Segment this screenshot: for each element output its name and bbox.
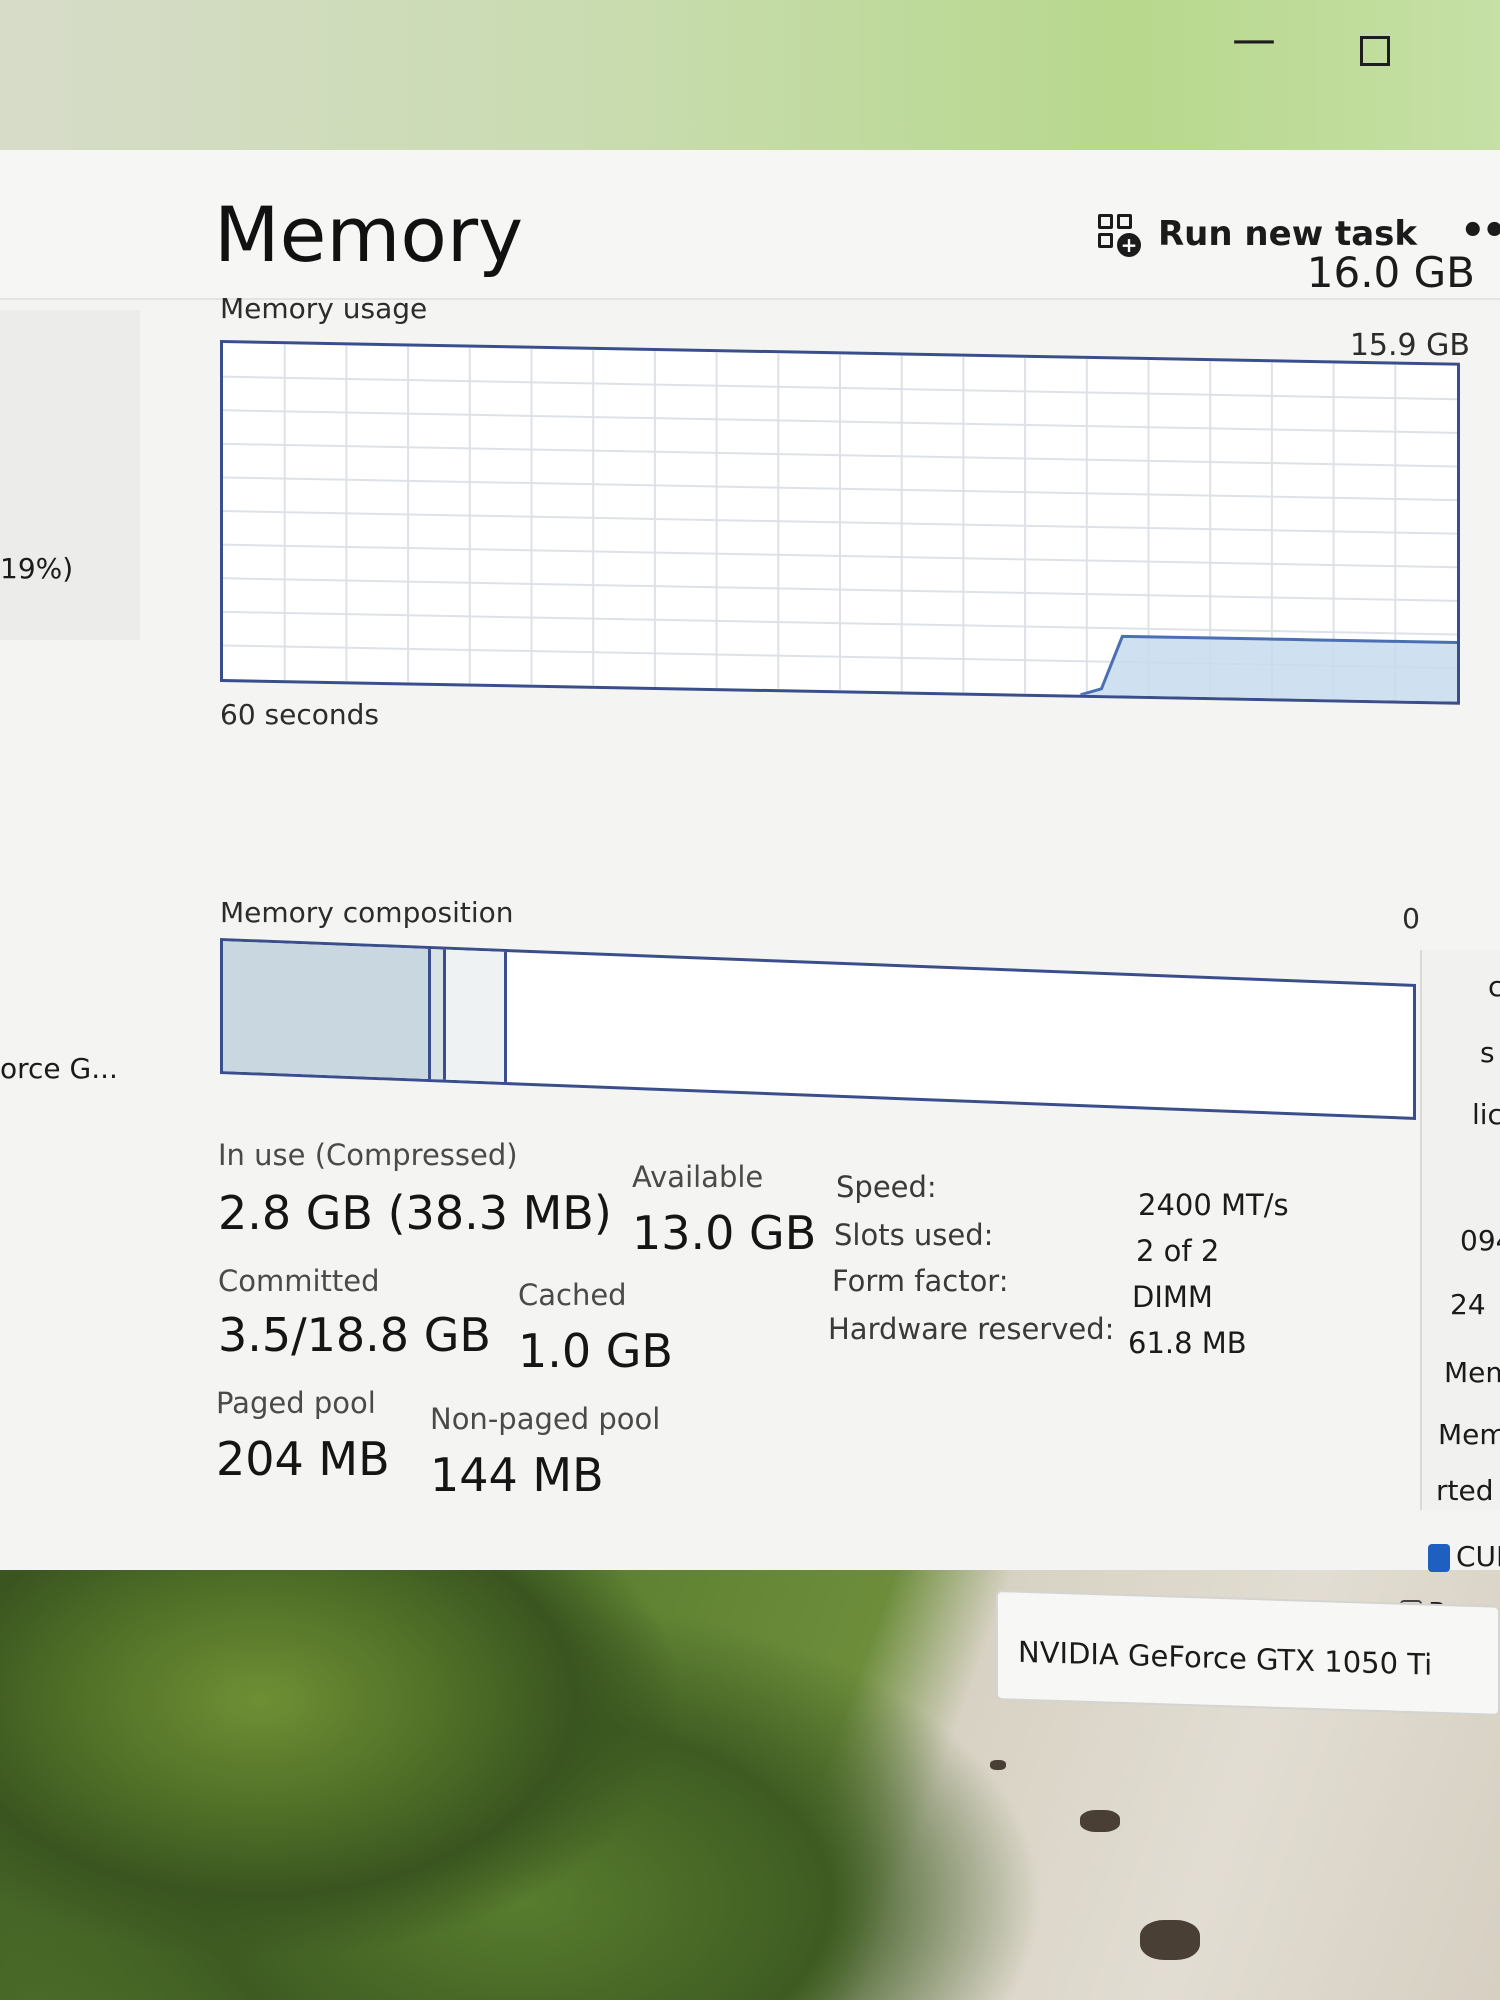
sidebar-item-fragment: ) <box>0 830 2 876</box>
hardware-reserved-value: 61.8 MB <box>1128 1326 1247 1360</box>
sidebar-item-gpu[interactable]: orce G... <box>0 1052 118 1085</box>
nonpaged-pool-label: Non-paged pool <box>430 1402 661 1436</box>
window-titlebar: — <box>0 0 1500 160</box>
committed-value: 3.5/18.8 GB <box>218 1308 491 1362</box>
memory-usage-graph <box>220 340 1460 705</box>
gpu-popup: NVIDIA GeForce GTX 1050 Ti <box>996 1590 1500 1716</box>
wallpaper-rock <box>1140 1920 1200 1960</box>
gpu-name: NVIDIA GeForce GTX 1050 Ti <box>1018 1634 1433 1682</box>
nonpaged-pool-value: 144 MB <box>430 1448 604 1502</box>
usage-graph-canvas <box>223 344 1457 702</box>
memory-composition-label: Memory composition <box>220 896 514 929</box>
available-value: 13.0 GB <box>632 1206 817 1260</box>
usage-axis-max: 15.9 GB <box>1349 328 1470 363</box>
hardware-reserved-label: Hardware reserved: <box>828 1312 1115 1346</box>
right-fragment: rted <box>1436 1474 1494 1507</box>
time-axis-label: 60 seconds <box>220 698 379 731</box>
checkbox-cuda[interactable]: CUD <box>1428 1540 1500 1573</box>
in-use-label: In use (Compressed) <box>218 1138 518 1172</box>
right-fragment: Memc <box>1438 1418 1500 1451</box>
paged-pool-value: 204 MB <box>216 1432 390 1486</box>
usage-axis-zero: 0 <box>1402 902 1420 935</box>
right-fragment: Mem <box>1444 1356 1500 1389</box>
checkbox-cuda-label: CUD <box>1456 1540 1500 1573</box>
right-fragment: 094 <box>1460 1224 1500 1257</box>
sidebar-item-memory-percent: 19%) <box>0 552 74 585</box>
paged-pool-label: Paged pool <box>216 1386 376 1420</box>
slots-label: Slots used: <box>834 1218 994 1252</box>
memory-usage-label: Memory usage <box>220 292 428 325</box>
wallpaper-rock <box>1080 1810 1120 1832</box>
composition-in-use <box>223 941 432 1080</box>
composition-modified <box>431 949 446 1080</box>
maximize-button[interactable] <box>1360 36 1390 66</box>
wallpaper-rock <box>990 1760 1006 1770</box>
right-fragment: 24 <box>1450 1288 1486 1321</box>
form-factor-value: DIMM <box>1132 1280 1213 1314</box>
right-fragment: c <box>1488 970 1500 1003</box>
right-fragment: s <box>1480 1036 1495 1069</box>
form-factor-label: Form factor: <box>832 1264 1009 1298</box>
total-memory: 16.0 GB <box>1306 248 1475 297</box>
sidebar-item-memory[interactable] <box>0 310 140 640</box>
usage-area <box>1080 636 1457 702</box>
slots-value: 2 of 2 <box>1136 1234 1220 1268</box>
right-fragment: lic <box>1472 1098 1500 1131</box>
available-label: Available <box>632 1160 764 1194</box>
minimize-button[interactable]: — <box>1232 14 1276 65</box>
cached-value: 1.0 GB <box>518 1324 673 1378</box>
speed-label: Speed: <box>836 1170 937 1204</box>
speed-value: 2400 MT/s <box>1138 1188 1289 1222</box>
composition-standby <box>445 949 508 1083</box>
in-use-value: 2.8 GB (38.3 MB) <box>218 1186 612 1240</box>
page-title: Memory <box>214 190 524 279</box>
cached-label: Cached <box>518 1278 627 1312</box>
run-task-icon: + <box>1098 212 1141 257</box>
committed-label: Committed <box>218 1264 380 1298</box>
left-navigation: 19%) ) orce G... <box>0 160 140 1410</box>
